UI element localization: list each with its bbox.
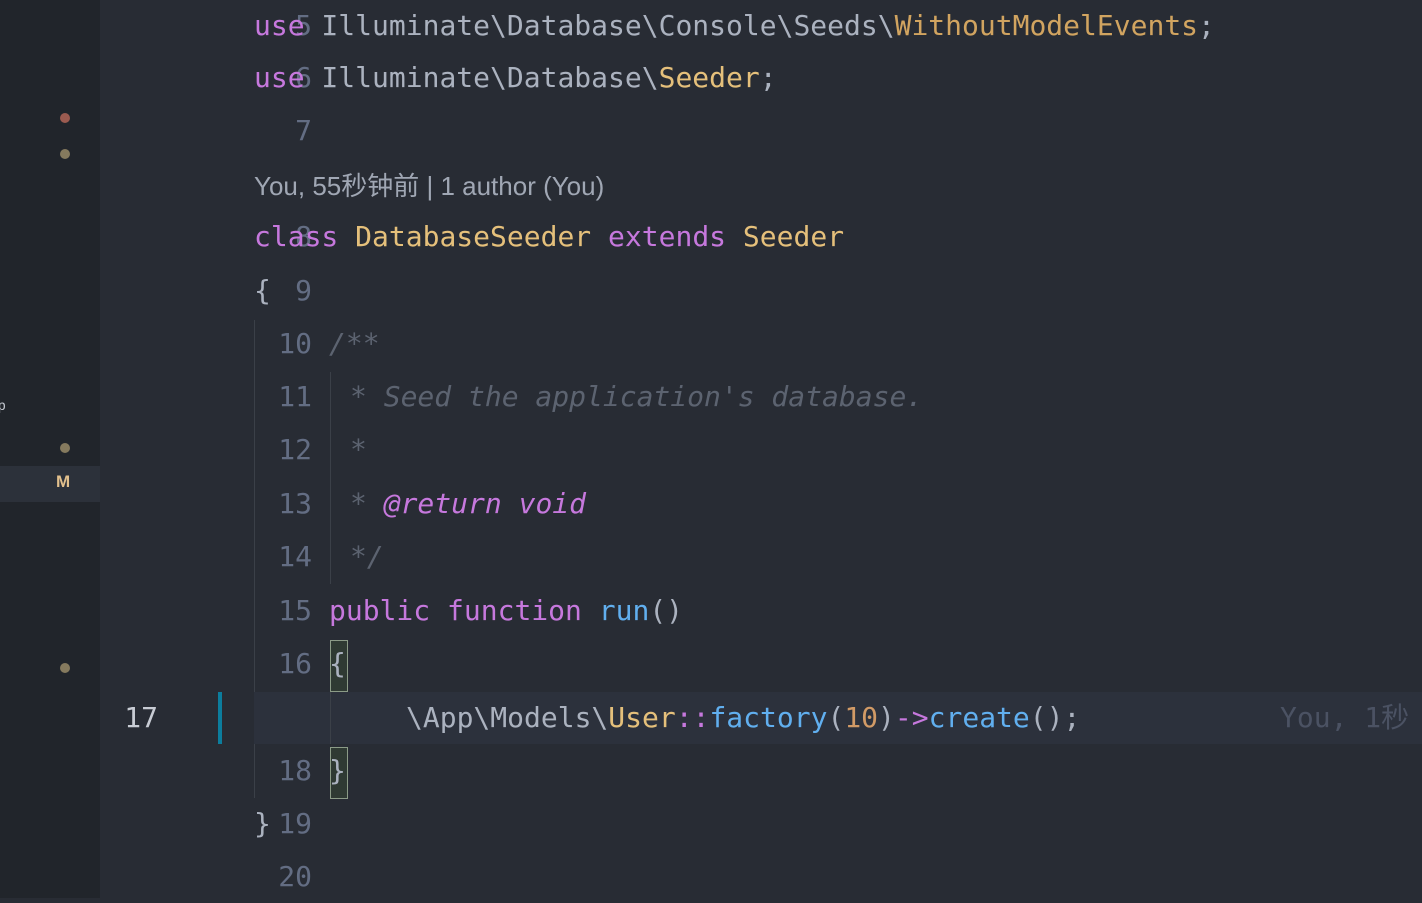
code-token: @return: [383, 487, 502, 520]
code-line[interactable]: 14 */: [100, 531, 1422, 583]
code-token: public: [329, 594, 431, 627]
code-token: ;: [759, 61, 777, 94]
code-token: *: [350, 487, 384, 520]
change-dot: [60, 149, 70, 159]
line-number: 20: [278, 860, 312, 893]
code-token: Seeder: [742, 220, 845, 253]
line-number: 13: [278, 487, 312, 520]
code-token: * Seed the application's database.: [350, 380, 924, 413]
inline-blame: You, 1秒: [1280, 701, 1410, 734]
code-token: User: [608, 701, 676, 734]
code-token: 10: [844, 701, 879, 734]
code-line[interactable]: 10 /**: [100, 318, 1422, 370]
code-token: Illuminate\Database\Console\Seeds\: [304, 9, 895, 42]
code-line[interactable]: 15 public function run(): [100, 585, 1422, 637]
code-token: class: [254, 220, 339, 253]
code-token: ::: [675, 701, 710, 734]
code-token: create: [928, 701, 1030, 734]
code-token: ): [878, 701, 895, 734]
indent-guide: [330, 692, 331, 744]
code-token: extends: [608, 220, 727, 253]
activity-sidebar: ᵖ M: [0, 0, 100, 898]
code-token: }: [329, 754, 346, 787]
code-line[interactable]: 6 use Illuminate\Database\Seeder;: [100, 52, 1422, 104]
code-token: *: [350, 433, 367, 466]
change-dot: [60, 443, 70, 453]
code-token: */: [350, 540, 384, 573]
code-token: ->: [894, 701, 929, 734]
code-line[interactable]: 5 use Illuminate\Database\Console\Seeds\…: [100, 0, 1422, 52]
code-token: DatabaseSeeder: [355, 220, 592, 253]
code-token: ();: [1029, 701, 1081, 734]
change-dot: [60, 663, 70, 673]
codelens-blame[interactable]: You, 55秒钟前 | 1 author (You): [254, 166, 604, 206]
code-token: WithoutModelEvents: [894, 9, 1199, 42]
code-line[interactable]: 18 }: [100, 745, 1422, 797]
code-token: (): [649, 594, 684, 627]
code-line[interactable]: 11 * Seed the application's database.: [100, 371, 1422, 423]
code-token: (: [827, 701, 845, 734]
code-line-current[interactable]: 17 \App\Models\User::factory(10)->create…: [124, 692, 1422, 744]
line-number: 10: [278, 327, 312, 360]
code-line[interactable]: 20: [100, 851, 1422, 903]
code-token: use: [254, 61, 305, 94]
code-line[interactable]: 8 class DatabaseSeeder extends Seeder: [100, 211, 1422, 263]
code-token: {: [254, 274, 271, 307]
sidebar-active-file-row[interactable]: [0, 466, 100, 502]
code-line[interactable]: 19 }: [100, 798, 1422, 850]
code-token: \App\Models\: [406, 701, 609, 734]
code-token: use: [254, 9, 305, 42]
code-token: }: [254, 807, 271, 840]
code-token: ;: [1198, 9, 1215, 42]
code-editor[interactable]: 5 use Illuminate\Database\Console\Seeds\…: [100, 0, 1422, 898]
code-token: Illuminate\Database\: [304, 61, 659, 94]
line-number: 9: [295, 274, 312, 307]
line-number: 19: [278, 807, 312, 840]
code-token: factory: [709, 701, 828, 734]
git-modified-gutter-marker: [218, 692, 222, 744]
code-token: /**: [329, 327, 380, 360]
line-number: 11: [278, 380, 312, 413]
line-number: 7: [295, 114, 312, 147]
code-line[interactable]: 9 {: [100, 265, 1422, 317]
modified-badge: M: [56, 472, 71, 491]
change-dot-red: [60, 113, 70, 123]
code-token: function: [447, 594, 582, 627]
code-line[interactable]: 12 *: [100, 424, 1422, 476]
line-number: 16: [278, 647, 312, 680]
code-line[interactable]: 16 {: [100, 638, 1422, 690]
line-number: 15: [278, 594, 312, 627]
line-number: 14: [278, 540, 312, 573]
code-line[interactable]: 13 * @return void: [100, 478, 1422, 530]
code-token: void: [518, 487, 587, 520]
line-number: 12: [278, 433, 312, 466]
code-token: Seeder: [658, 61, 760, 94]
line-number: 18: [278, 754, 312, 787]
code-token: run: [598, 594, 650, 627]
code-token: {: [329, 647, 346, 680]
code-line[interactable]: 7: [100, 105, 1422, 157]
line-number: 17: [124, 701, 158, 734]
sidebar-edge-glyph: ᵖ: [0, 398, 6, 420]
